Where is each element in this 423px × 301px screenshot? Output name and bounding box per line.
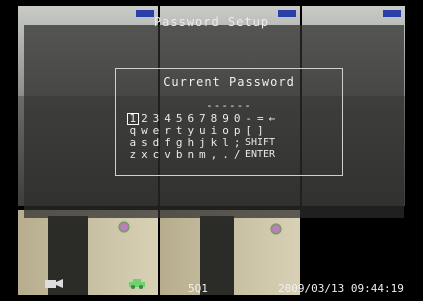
password-panel: Current Password ------ 1 2 3 4 5 6 7 8 9 0- = ← q w e… <box>115 68 343 176</box>
enter-key[interactable]: ENTER <box>245 149 275 161</box>
datetime: 2009/03/13 09:44:19 <box>278 282 404 295</box>
key-button[interactable]: / <box>231 149 243 161</box>
key-button[interactable]: ] <box>255 125 267 137</box>
key-button[interactable]: , <box>208 149 220 161</box>
key-button[interactable]: c <box>150 149 162 161</box>
car-icon <box>128 274 146 293</box>
key-button[interactable]: m <box>197 149 209 161</box>
shift-key[interactable]: SHIFT <box>245 137 275 149</box>
channel-label: 5Q1 <box>188 282 208 295</box>
status-bar: 5Q1 2009/03/13 09:44:19 <box>0 279 423 295</box>
dialog-title: Password Setup <box>153 15 270 29</box>
key-button[interactable]: [ <box>243 125 255 137</box>
key-button[interactable]: v <box>162 149 174 161</box>
current-password-label: Current Password <box>163 75 295 89</box>
password-input[interactable]: ------ <box>116 99 342 112</box>
key-button[interactable]: ← <box>266 113 278 125</box>
on-screen-keyboard: 1 2 3 4 5 6 7 8 9 0- = ← q w e r t y u i o p[] a s d f g h j k l; SHIFT… <box>127 113 278 161</box>
dvr-screen: Password Setup Current Password ------ 1… <box>0 0 423 301</box>
key-button[interactable]: b <box>173 149 185 161</box>
keyboard-row: z x c v b n m,. / ENTER <box>127 149 278 161</box>
camera-icon <box>45 274 63 293</box>
key-button[interactable]: n <box>185 149 197 161</box>
key-button[interactable]: . <box>220 149 232 161</box>
key-button[interactable]: z <box>127 149 139 161</box>
key-button[interactable]: x <box>139 149 151 161</box>
